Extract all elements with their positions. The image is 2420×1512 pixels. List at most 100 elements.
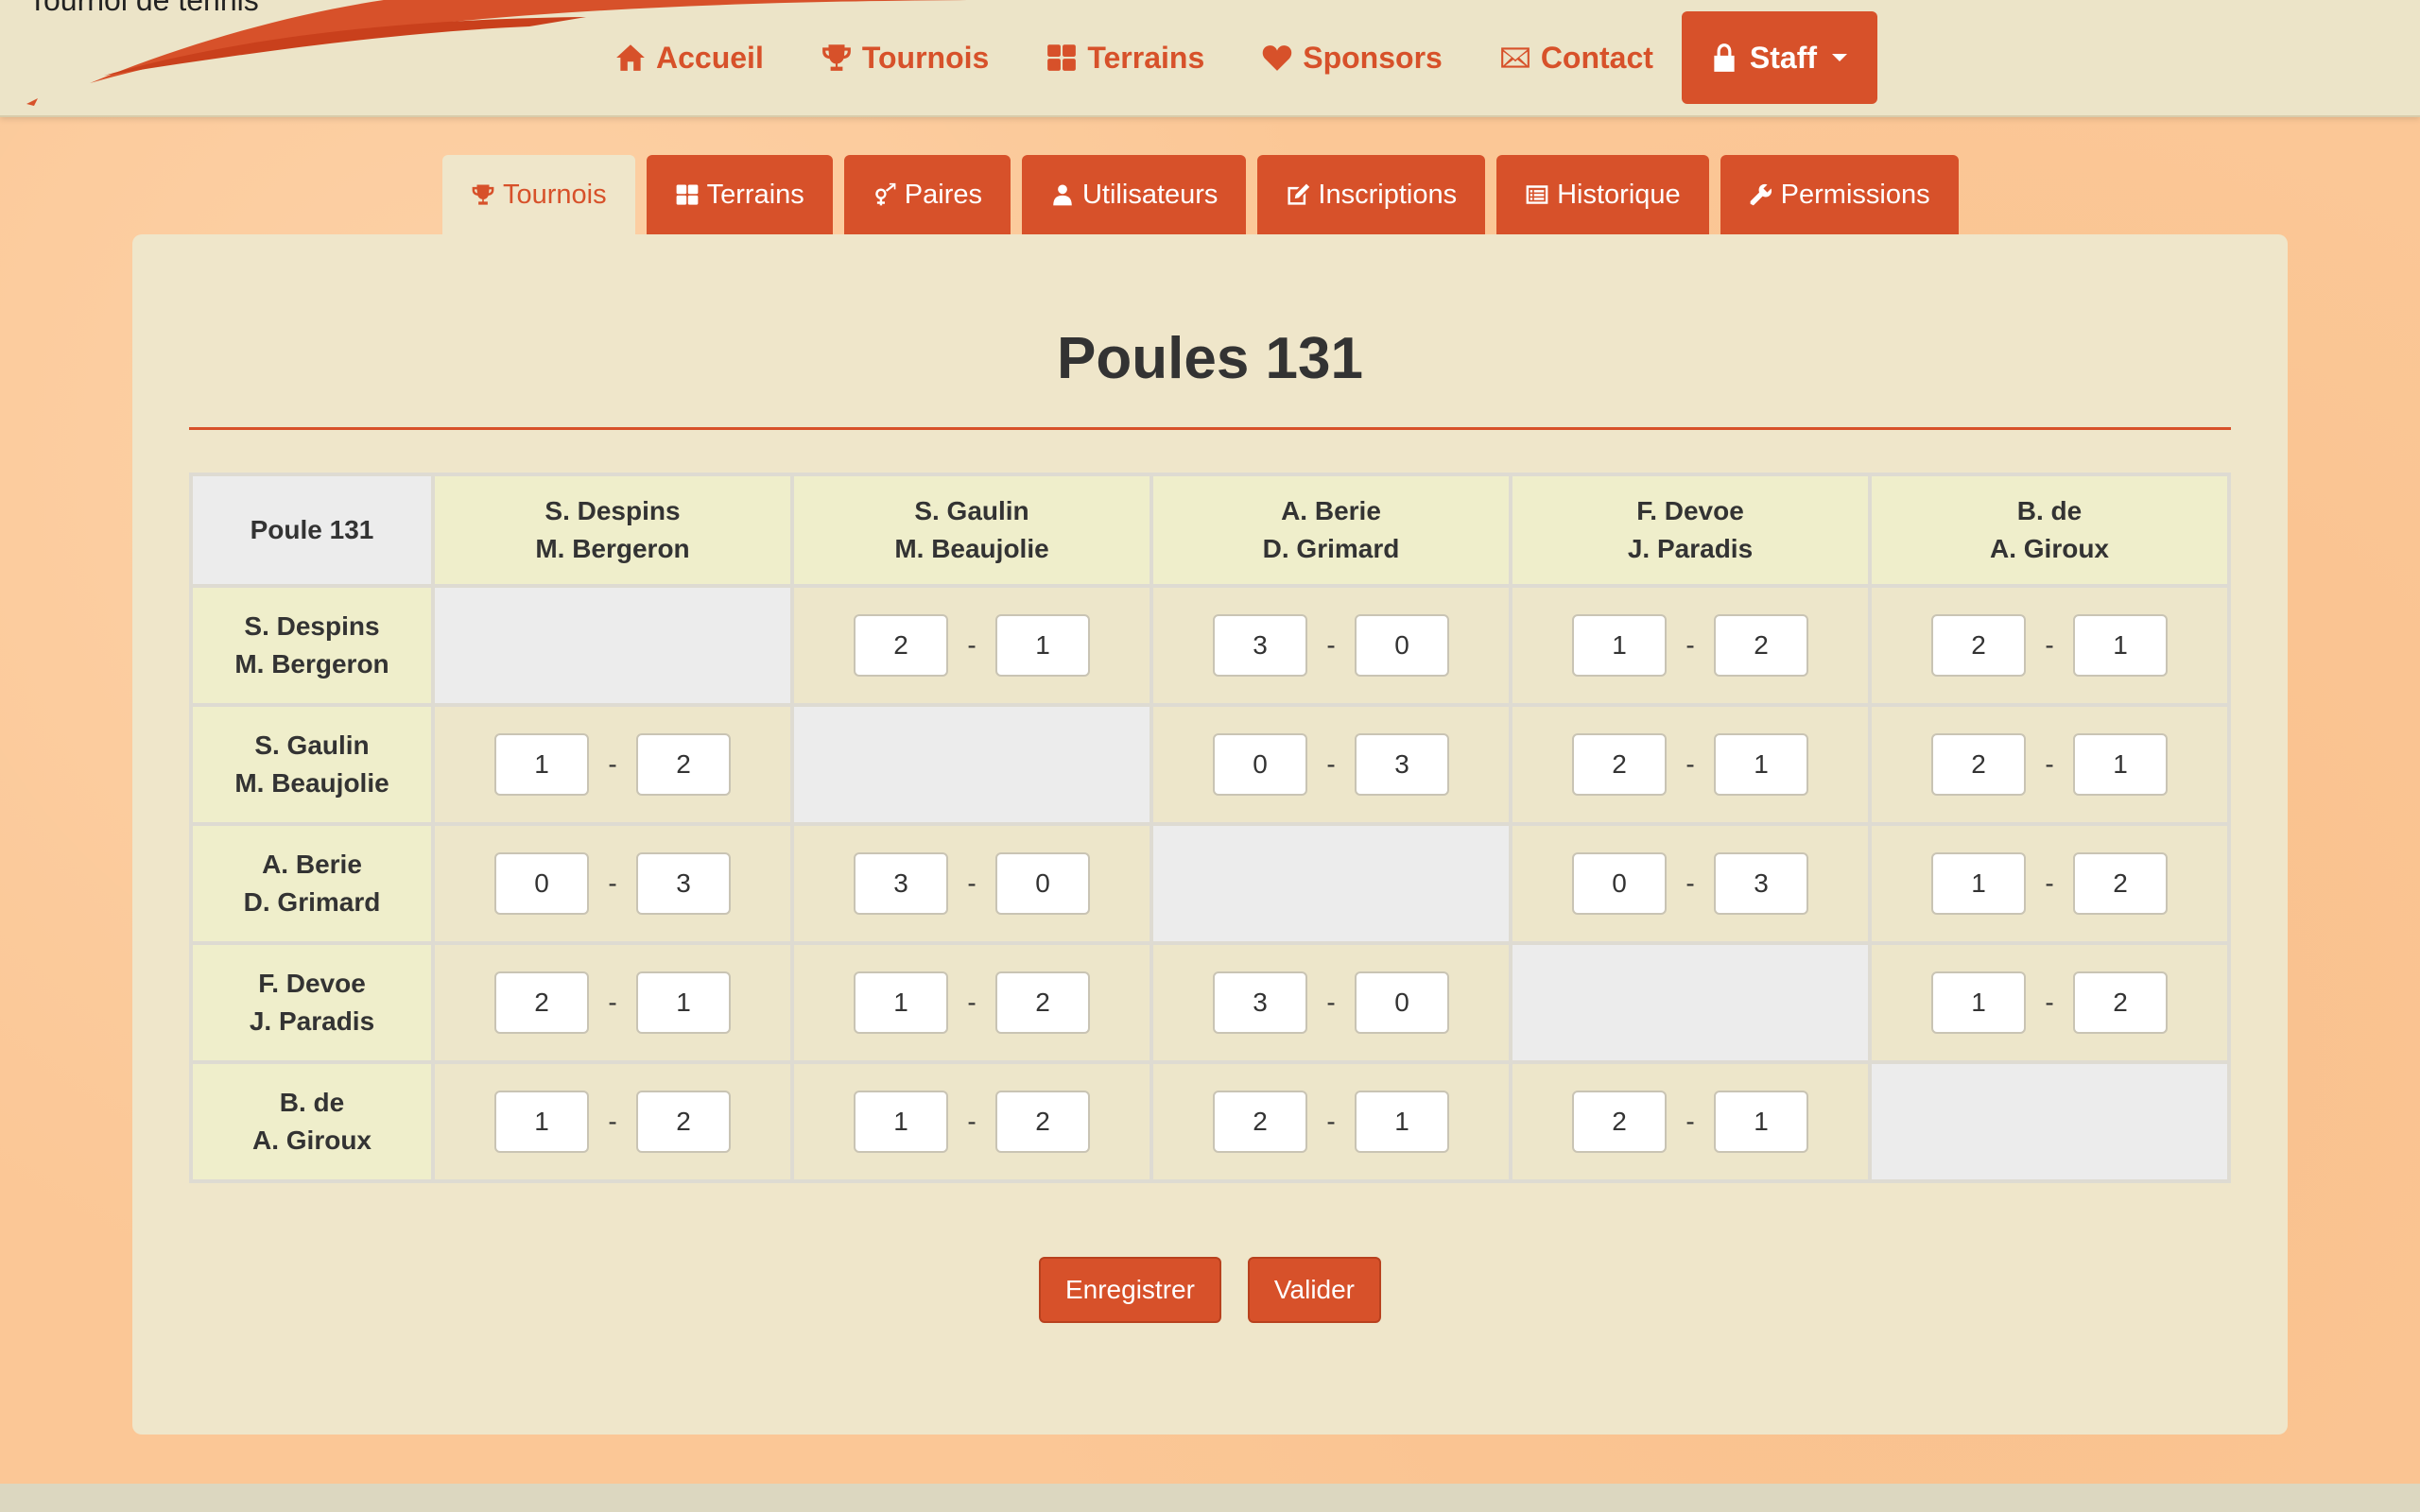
nav-tournois[interactable]: Tournois <box>792 11 1018 104</box>
admin-tabs: Tournois Terrains Paires Utilisateurs In… <box>442 155 1959 234</box>
tab-label: Utilisateurs <box>1081 179 1219 210</box>
score-input[interactable]: 2 <box>2073 852 2168 915</box>
score-input[interactable]: 0 <box>1213 733 1307 796</box>
score-input[interactable]: 2 <box>636 733 731 796</box>
tab-paires[interactable]: Paires <box>843 155 1011 234</box>
score-input[interactable]: 1 <box>854 971 948 1034</box>
score-input[interactable]: 3 <box>1355 733 1449 796</box>
form-actions: Enregistrer Valider <box>132 1257 2288 1323</box>
tab-tournois[interactable]: Tournois <box>442 155 635 234</box>
nav-label: Contact <box>1540 40 1653 75</box>
nav-accueil[interactable]: Accueil <box>586 11 792 104</box>
tab-label: Historique <box>1557 179 1681 210</box>
score-input[interactable]: 2 <box>1931 733 2026 796</box>
player-name: A. Berie <box>1281 496 1381 525</box>
envelope-icon <box>1500 47 1530 68</box>
player-name: D. Grimard <box>1262 534 1400 563</box>
score-separator: - <box>608 868 617 898</box>
tab-permissions[interactable]: Permissions <box>1720 155 1959 234</box>
score-input[interactable]: 2 <box>2073 971 2168 1034</box>
nav-staff-dropdown[interactable]: Staff <box>1681 11 1878 104</box>
player-name: A. Giroux <box>251 1125 372 1155</box>
save-button[interactable]: Enregistrer <box>1038 1257 1221 1323</box>
score-separator: - <box>608 988 617 1017</box>
wrench-icon <box>1750 183 1772 206</box>
player-name: M. Bergeron <box>234 649 389 679</box>
score-input[interactable]: 1 <box>1714 1091 1808 1153</box>
score-input[interactable]: 2 <box>854 614 948 677</box>
score-input[interactable]: 2 <box>494 971 589 1034</box>
score-input[interactable]: 0 <box>1355 614 1449 677</box>
score-input[interactable]: 0 <box>494 852 589 915</box>
tab-label: Tournois <box>503 179 607 210</box>
main-nav: Accueil Tournois Terrains Sponsors Conta… <box>586 0 1878 115</box>
score-input[interactable]: 1 <box>1355 1091 1449 1153</box>
score-cell: 2-1 <box>431 941 794 1064</box>
nav-sponsors[interactable]: Sponsors <box>1233 11 1471 104</box>
player-name: F. Devoe <box>1636 496 1744 525</box>
tab-inscriptions[interactable]: Inscriptions <box>1257 155 1486 234</box>
table-row: B. de A. Giroux 1-2 1-2 2-1 2-1 <box>189 1060 2231 1183</box>
player-name: S. Despins <box>244 611 380 641</box>
nav-contact[interactable]: Contact <box>1471 11 1682 104</box>
score-cell: 3-0 <box>1150 941 1512 1064</box>
row-header: A. Berie D. Grimard <box>189 822 435 945</box>
player-name: J. Paradis <box>249 1006 375 1036</box>
score-input[interactable]: 1 <box>2073 614 2168 677</box>
nav-label: Sponsors <box>1303 40 1443 75</box>
score-separator: - <box>608 1107 617 1136</box>
score-cell: 1-2 <box>1868 822 2231 945</box>
score-input[interactable]: 2 <box>1572 733 1667 796</box>
top-navbar: Tournoi de tennis Accueil Tournois Terra… <box>0 0 2420 117</box>
score-cell: 1-2 <box>1868 941 2231 1064</box>
score-cell: 2-1 <box>1868 703 2231 826</box>
nav-label: Staff <box>1749 40 1818 75</box>
grid-icon <box>1047 44 1077 71</box>
row-header: S. Gaulin M. Beaujolie <box>189 703 435 826</box>
score-input[interactable]: 3 <box>636 852 731 915</box>
score-input[interactable]: 1 <box>1931 971 2026 1034</box>
nav-terrains[interactable]: Terrains <box>1017 11 1233 104</box>
score-input[interactable]: 1 <box>2073 733 2168 796</box>
score-cell: 1-2 <box>431 1060 794 1183</box>
player-name: J. Paradis <box>1627 534 1754 563</box>
tab-utilisateurs[interactable]: Utilisateurs <box>1021 155 1247 234</box>
player-name: M. Beaujolie <box>234 768 389 798</box>
score-input[interactable]: 1 <box>854 1091 948 1153</box>
pool-results-table: Poule 131 S. Despins M. Bergeron S. Gauli… <box>189 472 2231 1183</box>
user-icon <box>1053 184 1072 206</box>
page-title: Poules 131 <box>1057 326 1363 391</box>
score-cell: 2-1 <box>1509 703 1872 826</box>
brand-title[interactable]: Tournoi de tennis <box>28 0 259 18</box>
score-input[interactable]: 2 <box>1572 1091 1667 1153</box>
tab-historique[interactable]: Historique <box>1496 155 1709 234</box>
score-separator: - <box>1326 630 1336 660</box>
score-input[interactable]: 1 <box>494 1091 589 1153</box>
score-input[interactable]: 3 <box>1213 614 1307 677</box>
score-separator: - <box>608 749 617 779</box>
score-input[interactable]: 0 <box>1572 852 1667 915</box>
score-input[interactable]: 3 <box>1714 852 1808 915</box>
score-separator: - <box>967 868 977 898</box>
score-input[interactable]: 3 <box>854 852 948 915</box>
score-input[interactable]: 2 <box>636 1091 731 1153</box>
score-input[interactable]: 2 <box>995 971 1090 1034</box>
score-input[interactable]: 0 <box>1355 971 1449 1034</box>
score-input[interactable]: 1 <box>1931 852 2026 915</box>
edit-icon <box>1288 183 1310 205</box>
score-input[interactable]: 0 <box>995 852 1090 915</box>
score-input[interactable]: 2 <box>1213 1091 1307 1153</box>
score-input[interactable]: 2 <box>995 1091 1090 1153</box>
validate-button[interactable]: Valider <box>1247 1257 1382 1323</box>
score-input[interactable]: 2 <box>1931 614 2026 677</box>
tab-terrains[interactable]: Terrains <box>646 155 833 234</box>
score-input[interactable]: 3 <box>1213 971 1307 1034</box>
player-name: F. Devoe <box>258 969 366 998</box>
score-input[interactable]: 1 <box>636 971 731 1034</box>
score-input[interactable]: 1 <box>1572 614 1667 677</box>
score-input[interactable]: 1 <box>995 614 1090 677</box>
score-input[interactable]: 2 <box>1714 614 1808 677</box>
score-input[interactable]: 1 <box>1714 733 1808 796</box>
score-input[interactable]: 1 <box>494 733 589 796</box>
player-name: M. Beaujolie <box>894 534 1049 563</box>
